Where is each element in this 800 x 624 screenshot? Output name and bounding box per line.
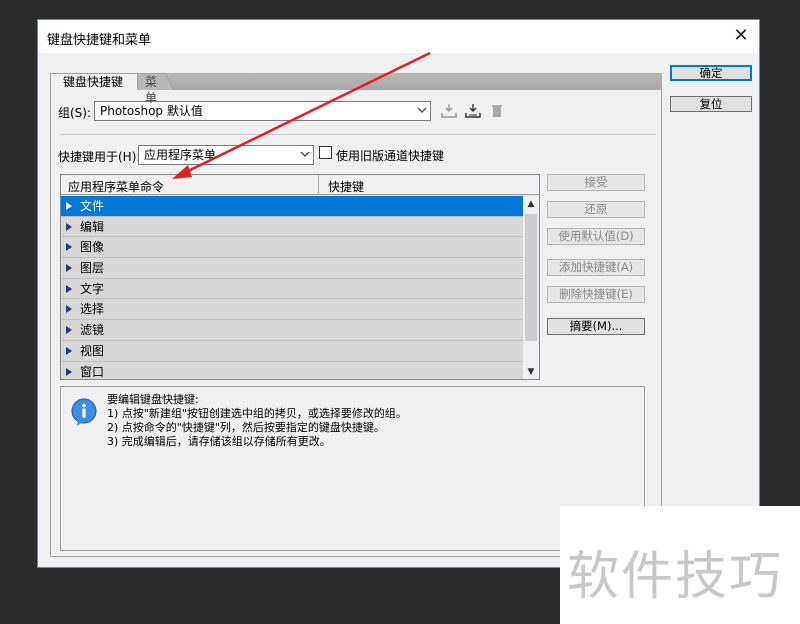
expand-triangle-icon[interactable] — [66, 264, 72, 273]
title-bar: 键盘快捷键和菜单 ✕ — [38, 20, 759, 53]
column-divider — [318, 175, 319, 195]
group-select-value: Photoshop 默认值 — [100, 104, 203, 118]
add-shortcut-button[interactable]: 添加快捷键(A) — [547, 259, 645, 276]
keyboard-shortcuts-dialog: 键盘快捷键和菜单 ✕ 菜单 键盘快捷键 组(S): Photoshop 默认值 … — [37, 19, 760, 568]
info-text: 要编辑键盘快捷键: 1) 点按"新建组"按钮创建选中组的拷贝，或选择要修改的组。… — [107, 393, 407, 449]
legacy-channel-shortcuts-checkbox[interactable] — [319, 146, 332, 159]
expand-triangle-icon[interactable] — [66, 326, 72, 335]
tab-keyboard-shortcuts-label: 键盘快捷键 — [63, 75, 124, 89]
row-label: 选择 — [80, 302, 105, 317]
row-label: 滤镜 — [80, 323, 105, 338]
ok-button[interactable]: 确定 — [670, 65, 752, 81]
scrollbar-thumb[interactable] — [525, 214, 537, 341]
table-rows: 文件 编辑 图像 图层 文字 选择 滤镜 视图 窗口 — [61, 196, 523, 379]
row-label: 文字 — [80, 281, 105, 296]
trash-icon[interactable] — [488, 102, 506, 120]
expand-triangle-icon[interactable] — [66, 284, 72, 293]
table-row[interactable]: 图层 — [61, 258, 523, 279]
scroll-down-icon[interactable]: ▼ — [523, 364, 539, 379]
delete-shortcut-button[interactable]: 删除快捷键(E) — [547, 286, 645, 303]
tab-menus-label: 菜单 — [144, 75, 157, 105]
watermark: 软件技巧 — [560, 506, 800, 624]
chevron-down-icon — [417, 107, 427, 113]
vertical-scrollbar[interactable]: ▲ ▼ — [523, 196, 539, 379]
table-row[interactable]: 文字 — [61, 278, 523, 300]
info-line: 要编辑键盘快捷键: — [107, 393, 199, 406]
table-row[interactable]: 视图 — [61, 340, 523, 362]
table-row[interactable]: 文件 — [61, 196, 523, 217]
row-label: 图像 — [80, 240, 105, 255]
row-label: 编辑 — [80, 219, 105, 234]
table-row[interactable]: 滤镜 — [61, 320, 523, 341]
info-icon — [71, 398, 97, 426]
table-row[interactable]: 编辑 — [61, 216, 523, 238]
table-row[interactable]: 窗口 — [61, 361, 523, 379]
group-label: 组(S): — [58, 106, 92, 120]
scroll-up-icon[interactable]: ▲ — [523, 196, 539, 212]
expand-triangle-icon[interactable] — [66, 367, 72, 376]
accept-button[interactable]: 接受 — [547, 174, 645, 191]
shortcuts-for-value: 应用程序菜单 — [144, 148, 217, 162]
legacy-channel-shortcuts-label: 使用旧版通道快捷键 — [336, 149, 445, 163]
expand-triangle-icon[interactable] — [66, 202, 72, 210]
expand-triangle-icon[interactable] — [66, 305, 72, 314]
info-line: 2) 点按命令的"快捷键"列，然后按要指定的键盘快捷键。 — [107, 421, 385, 434]
info-line: 1) 点按"新建组"按钮创建选中组的拷贝，或选择要修改的组。 — [107, 407, 407, 420]
chevron-down-icon — [300, 151, 310, 157]
row-label: 视图 — [80, 343, 105, 358]
table-row[interactable]: 选择 — [61, 299, 523, 321]
shortcuts-for-select[interactable]: 应用程序菜单 — [138, 145, 314, 165]
watermark-text: 软件技巧 — [567, 547, 784, 607]
expand-triangle-icon[interactable] — [66, 346, 72, 355]
save-set-icon[interactable] — [440, 102, 458, 120]
column-header-command[interactable]: 应用程序菜单命令 — [68, 178, 164, 195]
row-label: 文件 — [80, 199, 105, 213]
undo-button[interactable]: 还原 — [547, 201, 645, 218]
row-label: 图层 — [80, 261, 105, 276]
save-set-as-icon[interactable] — [464, 102, 482, 120]
use-default-button[interactable]: 使用默认值(D) — [547, 228, 645, 245]
row-label: 窗口 — [80, 364, 105, 379]
summary-button[interactable]: 摘要(M)... — [547, 318, 645, 335]
expand-triangle-icon[interactable] — [66, 243, 72, 252]
info-box: 要编辑键盘快捷键: 1) 点按"新建组"按钮创建选中组的拷贝，或选择要修改的组。… — [60, 386, 645, 551]
table-header: 应用程序菜单命令 快捷键 — [61, 175, 539, 195]
expand-triangle-icon[interactable] — [66, 222, 72, 231]
shortcuts-for-label: 快捷键用于(H): — [58, 150, 141, 164]
info-line: 3) 完成编辑后，请存储该组以存储所有更改。 — [107, 435, 331, 448]
table-row[interactable]: 图像 — [61, 237, 523, 259]
reset-button[interactable]: 复位 — [670, 96, 752, 112]
shortcuts-table: 应用程序菜单命令 快捷键 文件 编辑 图像 图层 文字 选择 滤镜 视图 窗口 … — [60, 174, 540, 380]
column-header-shortcut[interactable]: 快捷键 — [328, 178, 364, 195]
separator — [60, 134, 656, 135]
tab-keyboard-shortcuts[interactable]: 键盘快捷键 — [50, 73, 138, 90]
dialog-title: 键盘快捷键和菜单 — [47, 33, 152, 48]
tab-panel: 组(S): Photoshop 默认值 快捷键用于(H): 应用程序菜单 使用旧… — [50, 90, 662, 557]
close-icon[interactable]: ✕ — [729, 24, 753, 48]
